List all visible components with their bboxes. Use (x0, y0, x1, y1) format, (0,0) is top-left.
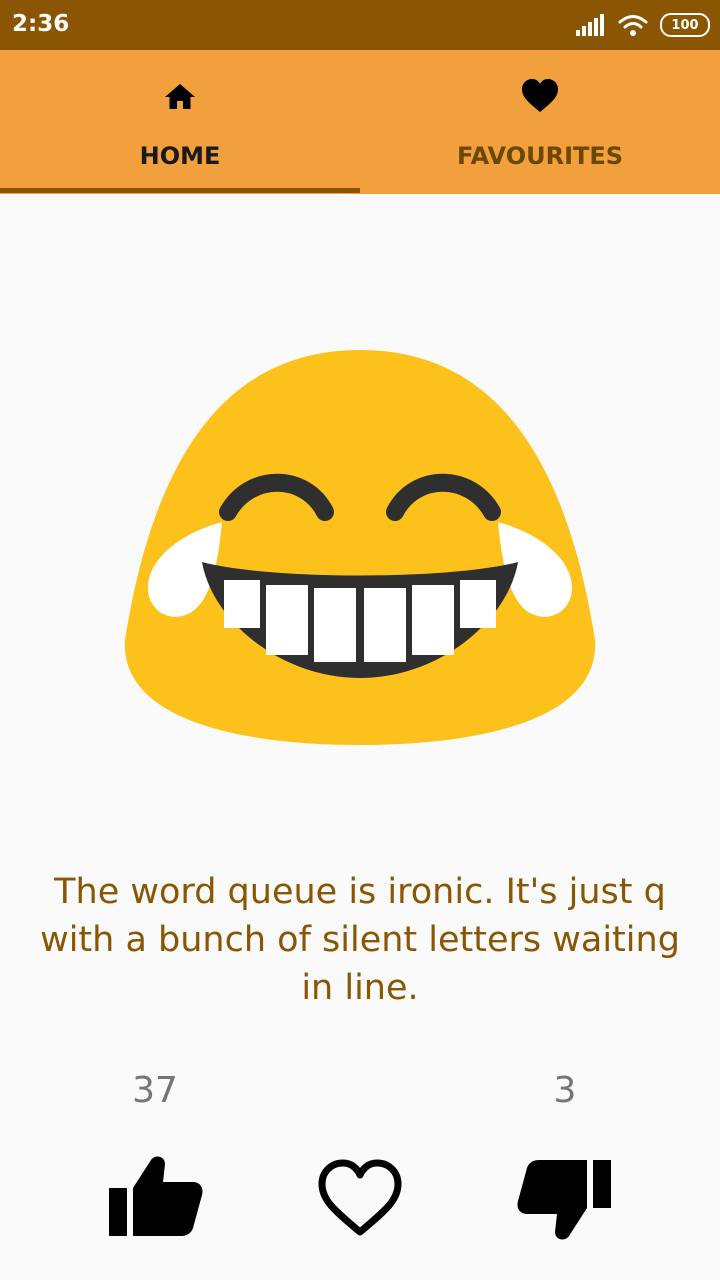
thumbs-down-icon (517, 1160, 611, 1240)
favourite-button[interactable] (310, 1148, 410, 1248)
dislikes-count: 3 (553, 1070, 577, 1111)
heart-icon (522, 79, 558, 112)
likes-count: 37 (132, 1070, 178, 1111)
tab-home-label: HOME (139, 142, 221, 170)
wifi-icon (618, 15, 648, 36)
dislike-button[interactable] (515, 1148, 615, 1248)
heart-outline-icon (318, 1159, 402, 1236)
joke-text: The word queue is ironic. It's just q wi… (40, 872, 680, 1008)
status-bar: 2:36 100 (0, 0, 720, 50)
tab-home[interactable]: HOME (0, 50, 360, 194)
tab-favourites-label: FAVOURITES (456, 142, 624, 170)
thumbs-up-icon (109, 1156, 203, 1236)
tab-indicator (0, 188, 360, 193)
home-icon (165, 84, 195, 109)
tab-bar: HOME FAVOURITES (0, 50, 720, 194)
signal-icon (576, 14, 604, 36)
battery-indicator: 100 (660, 13, 710, 37)
status-time: 2:36 (12, 11, 70, 37)
joke-emoji (120, 340, 600, 760)
tab-favourites[interactable]: FAVOURITES (360, 50, 720, 194)
status-icons: 100 (576, 12, 710, 38)
battery-level: 100 (671, 17, 699, 33)
like-button[interactable] (105, 1148, 205, 1248)
face-with-tears-of-joy-icon (124, 350, 596, 745)
